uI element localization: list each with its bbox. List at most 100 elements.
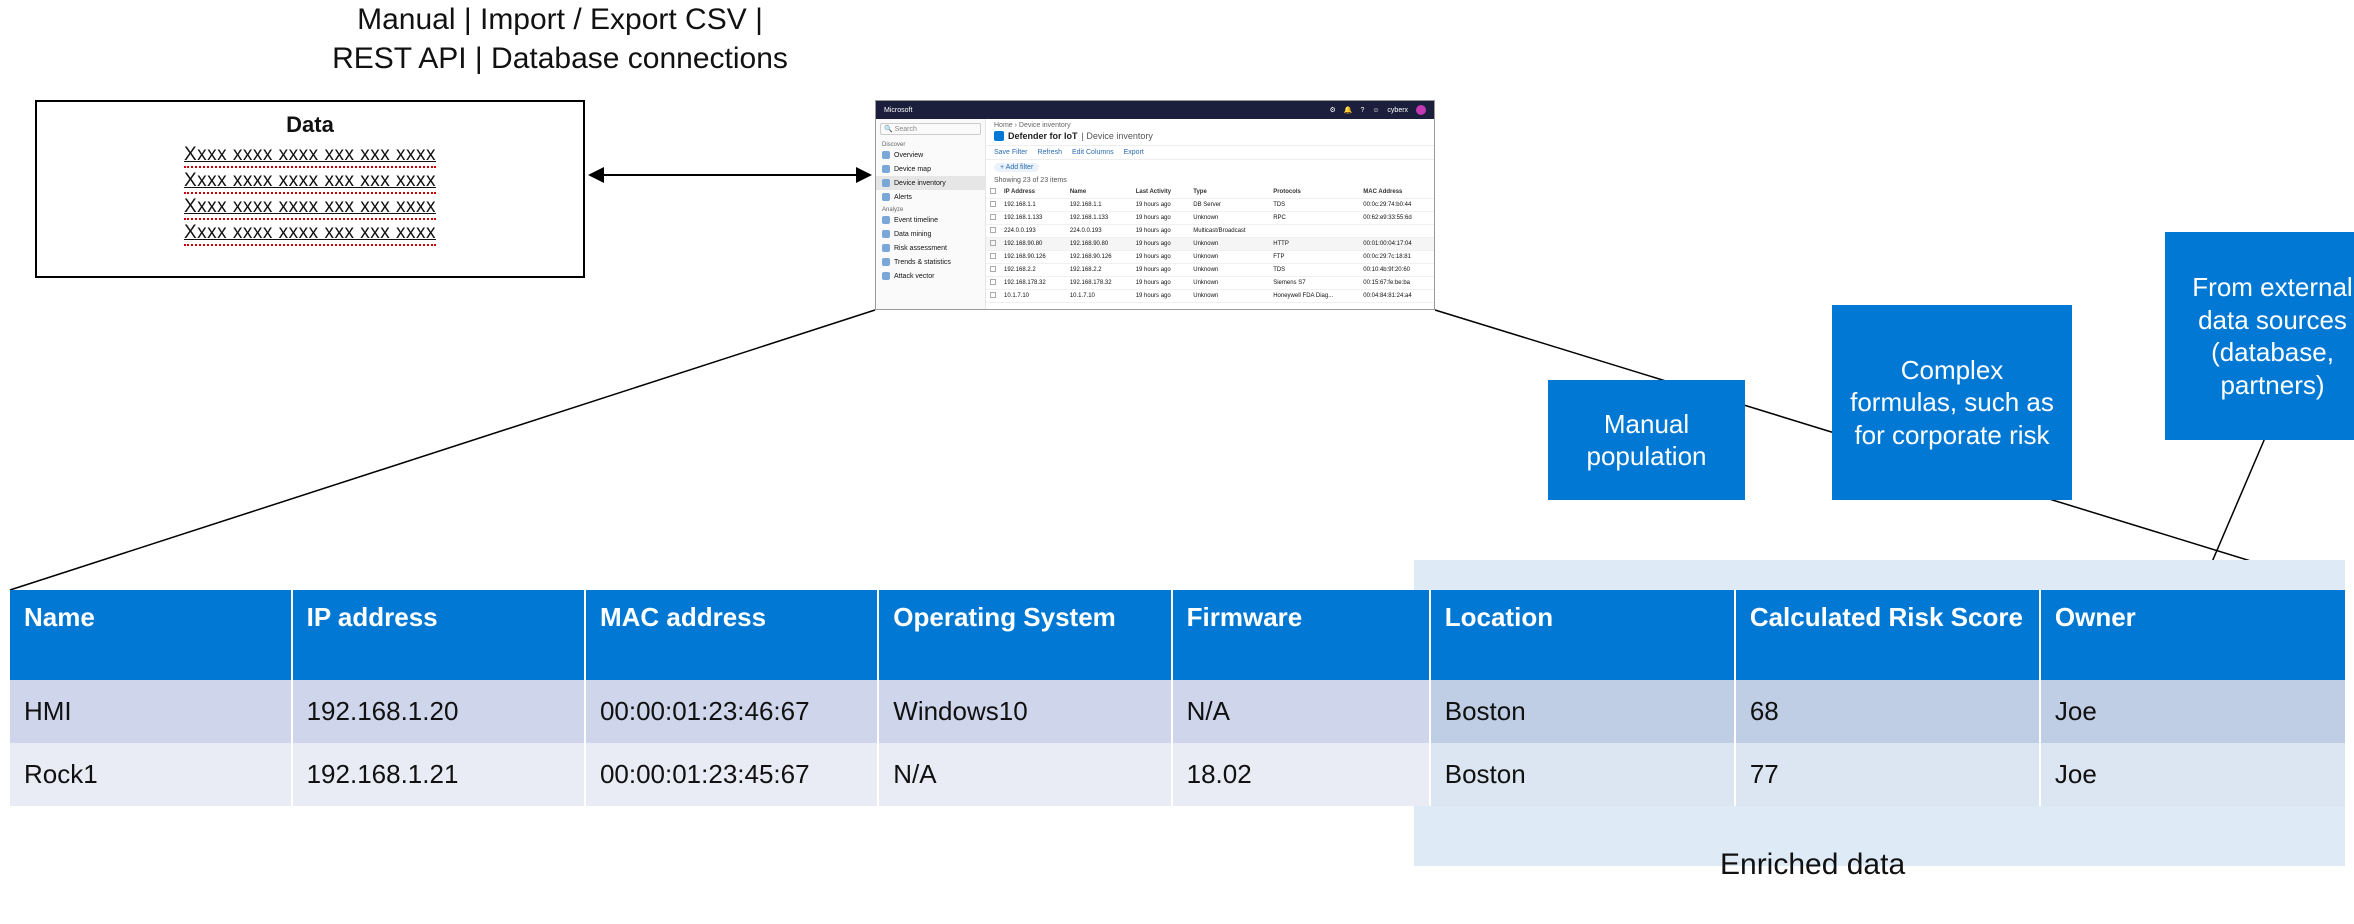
mini-cell (986, 290, 1000, 303)
export-button[interactable]: Export (1124, 149, 1144, 156)
table-cell: Windows10 (878, 680, 1171, 743)
mini-cell (986, 199, 1000, 212)
gear-icon[interactable]: ⚙ (1330, 107, 1336, 114)
mini-cell: 00:04:84:81:24:a4 (1359, 290, 1434, 303)
enriched-data-label: Enriched data (1720, 848, 1905, 882)
feedback-icon[interactable]: ☺ (1372, 107, 1379, 114)
sidebar-item-label: Event timeline (894, 217, 938, 224)
table-cell: Rock1 (10, 743, 292, 806)
checkbox-icon[interactable] (990, 201, 996, 207)
mini-table-row[interactable]: 192.168.1.133192.168.1.13319 hours agoUn… (986, 212, 1434, 225)
checkbox-icon[interactable] (990, 292, 996, 298)
sidebar-item-data-mining[interactable]: Data mining (876, 227, 985, 241)
mini-cell: 19 hours ago (1132, 238, 1190, 251)
mini-cell (986, 264, 1000, 277)
mini-cell: 00:0c:29:7c:18:81 (1359, 251, 1434, 264)
product-name: Defender for IoT (1008, 131, 1078, 141)
sidebar-item-event-timeline[interactable]: Event timeline (876, 213, 985, 227)
defender-iot-screenshot: Microsoft ⚙ 🔔 ? ☺ cyberx 🔍 Search Discov… (875, 100, 1435, 310)
table-cell: 00:00:01:23:46:67 (585, 680, 878, 743)
checkbox-icon[interactable] (990, 279, 996, 285)
checkbox-icon[interactable] (990, 240, 996, 246)
data-placeholder-line: Xxxx xxxx xxxx xxx xxx xxxx (184, 144, 436, 168)
attack-icon (882, 272, 890, 280)
mini-table-row[interactable]: 192.168.178.32192.168.178.3219 hours ago… (986, 277, 1434, 290)
search-input[interactable]: 🔍 Search (880, 123, 981, 135)
mini-table-row[interactable]: 192.168.90.126192.168.90.12619 hours ago… (986, 251, 1434, 264)
mini-cell: 19 hours ago (1132, 290, 1190, 303)
table-col-header: Calculated Risk Score (1735, 590, 2040, 680)
sidebar-item-label: Device inventory (894, 180, 946, 187)
mini-cell: 192.168.2.2 (1066, 264, 1132, 277)
sidebar-item-device-inventory[interactable]: Device inventory (876, 176, 985, 190)
mini-cell: TDS (1269, 264, 1359, 277)
mini-col-header: Last Activity (1132, 186, 1190, 199)
mini-cell (986, 251, 1000, 264)
page-subtitle: Device inventory (1086, 131, 1153, 141)
bell-icon[interactable]: 🔔 (1344, 107, 1353, 114)
checkbox-icon[interactable] (990, 266, 996, 272)
save-filter-button[interactable]: Save Filter (994, 149, 1027, 156)
table-cell: HMI (10, 680, 292, 743)
avatar[interactable] (1416, 105, 1426, 115)
mini-cell: FTP (1269, 251, 1359, 264)
sidebar-item-device-map[interactable]: Device map (876, 162, 985, 176)
mini-cell: 192.168.1.1 (1000, 199, 1066, 212)
sidebar-item-risk-assessment[interactable]: Risk assessment (876, 241, 985, 255)
mini-cell: 00:01:00:04:17:04 (1359, 238, 1434, 251)
mining-icon (882, 230, 890, 238)
mini-cell: 192.168.178.32 (1000, 277, 1066, 290)
callout-text: Manual population (1566, 408, 1727, 473)
edit-columns-button[interactable]: Edit Columns (1072, 149, 1114, 156)
refresh-button[interactable]: Refresh (1037, 149, 1062, 156)
mini-table-row[interactable]: 192.168.2.2192.168.2.219 hours agoUnknow… (986, 264, 1434, 277)
mini-cell: 224.0.0.193 (1000, 225, 1066, 238)
mini-cell: 192.168.90.126 (1066, 251, 1132, 264)
mini-cell: Unknown (1189, 251, 1269, 264)
mini-cell (1359, 225, 1434, 238)
caption-line2: REST API | Database connections (260, 39, 860, 78)
data-source-box: Data Xxxx xxxx xxxx xxx xxx xxxx Xxxx xx… (35, 100, 585, 278)
callout-external: From external data sources (database, pa… (2165, 232, 2354, 440)
add-filter-chip[interactable]: + Add filter (994, 163, 1039, 172)
sidebar-group-discover: Discover (876, 139, 985, 148)
caption-line1: Manual | Import / Export CSV | (260, 0, 860, 39)
mini-table-row[interactable]: 224.0.0.193224.0.0.19319 hours agoMultic… (986, 225, 1434, 238)
mini-cell: 19 hours ago (1132, 212, 1190, 225)
mini-cell: DB Server (1189, 199, 1269, 212)
sidebar-item-alerts[interactable]: Alerts (876, 190, 985, 204)
mini-cell: Unknown (1189, 290, 1269, 303)
mini-cell (986, 225, 1000, 238)
table-row: HMI192.168.1.2000:00:01:23:46:67Windows1… (10, 680, 2345, 743)
mini-cell: 00:62:e9:33:55:6d (1359, 212, 1434, 225)
mini-cell: Unknown (1189, 238, 1269, 251)
table-col-header: Operating System (878, 590, 1171, 680)
sidebar-item-overview[interactable]: Overview (876, 148, 985, 162)
mini-col-header: MAC Address (1359, 186, 1434, 199)
mini-table-row[interactable]: 192.168.90.80192.168.90.8019 hours agoUn… (986, 238, 1434, 251)
mini-cell (986, 212, 1000, 225)
checkbox-icon[interactable] (990, 227, 996, 233)
checkbox-icon[interactable] (990, 214, 996, 220)
mini-table-row[interactable]: 10.1.7.1010.1.7.1019 hours agoUnknownHon… (986, 290, 1434, 303)
sidebar-item-attack-vector[interactable]: Attack vector (876, 269, 985, 283)
risk-icon (882, 244, 890, 252)
mini-cell: Unknown (1189, 264, 1269, 277)
mini-cell: 192.168.90.80 (1066, 238, 1132, 251)
help-icon[interactable]: ? (1360, 107, 1364, 114)
mini-cell: Siemens S7 (1269, 277, 1359, 290)
checkbox-icon[interactable] (990, 188, 996, 194)
brand-label: Microsoft (884, 107, 912, 114)
mini-cell: 19 hours ago (1132, 251, 1190, 264)
mini-cell: 192.168.1.133 (1000, 212, 1066, 225)
table-cell: Boston (1430, 743, 1735, 806)
mini-cell: 192.168.2.2 (1000, 264, 1066, 277)
enriched-inventory-table: NameIP addressMAC addressOperating Syste… (10, 590, 2345, 806)
table-col-header: MAC address (585, 590, 878, 680)
mini-cell: 19 hours ago (1132, 199, 1190, 212)
mini-table-row[interactable]: 192.168.1.1192.168.1.119 hours agoDB Ser… (986, 199, 1434, 212)
table-cell: N/A (878, 743, 1171, 806)
checkbox-icon[interactable] (990, 253, 996, 259)
sidebar-item-trends[interactable]: Trends & statistics (876, 255, 985, 269)
callout-text: From external data sources (database, pa… (2183, 271, 2354, 401)
